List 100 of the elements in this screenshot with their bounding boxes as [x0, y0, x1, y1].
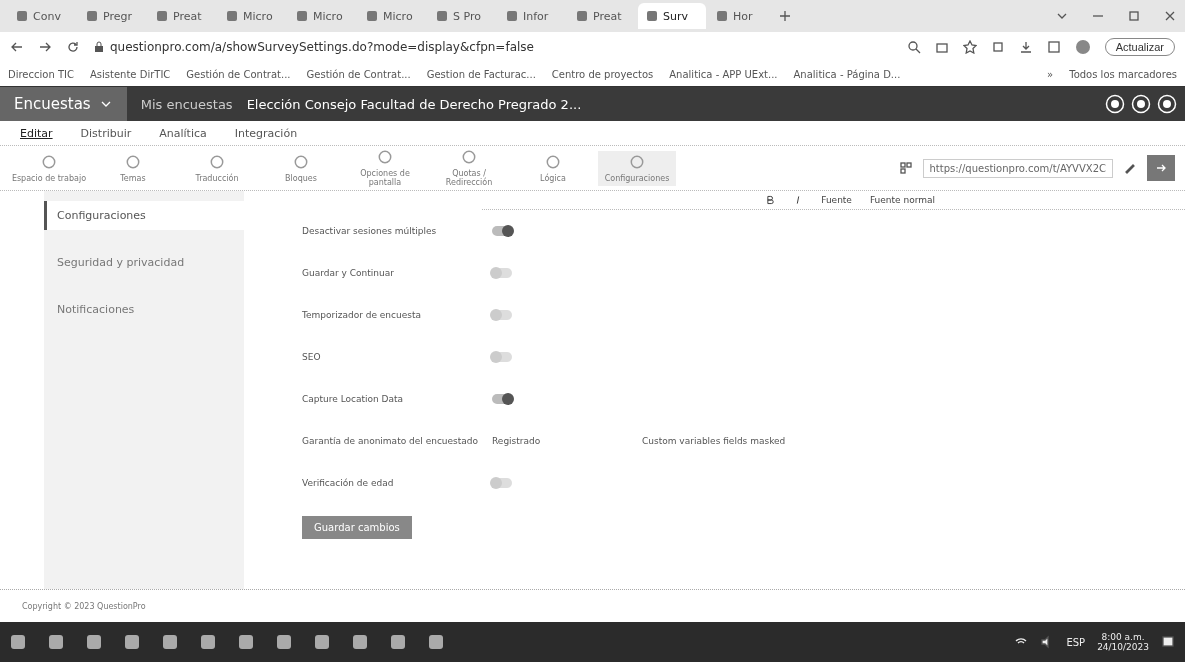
download-icon — [1018, 40, 1033, 54]
all-bookmarks[interactable]: Todos los marcadores — [1069, 68, 1177, 80]
toggle-switch[interactable] — [492, 478, 512, 488]
page-icon — [436, 10, 448, 22]
toolbar-button[interactable]: Configuraciones — [598, 150, 676, 186]
setting-label: Guardar y Continuar — [302, 268, 395, 278]
bookmark[interactable]: Gestión de Contrat... — [186, 68, 291, 80]
toolbar-button[interactable]: Traducción — [178, 150, 256, 186]
menu-tab[interactable]: Distribuir — [80, 126, 132, 140]
menu-tab[interactable]: Analítica — [159, 126, 207, 140]
toolbar-button[interactable]: Temas — [94, 150, 172, 186]
toggle-switch[interactable] — [492, 352, 512, 362]
page-icon — [716, 10, 728, 22]
bookmark[interactable]: Asistente DirTIC — [90, 68, 171, 80]
app-icon[interactable] — [428, 634, 444, 650]
style-select[interactable]: Fuente normal — [869, 195, 935, 205]
browser-tab[interactable]: Preat — [148, 3, 216, 29]
bookmark[interactable]: Centro de proyectos — [551, 68, 654, 80]
setting-label: SEO — [302, 352, 322, 362]
bookmark[interactable]: Direccion TIC — [8, 68, 74, 80]
user-icon[interactable] — [1157, 94, 1177, 114]
toolbar-button[interactable]: Quotas / Redirección — [430, 146, 508, 190]
browser-tab[interactable]: Micro — [288, 3, 356, 29]
product-name[interactable]: Encuestas — [14, 95, 91, 113]
setting-label: Verificación de edad — [302, 478, 395, 488]
toggle-switch[interactable] — [492, 310, 512, 320]
bookmark[interactable]: Gestion de Facturac... — [426, 68, 536, 80]
tool-icon — [461, 149, 477, 165]
search-icon[interactable] — [1105, 94, 1125, 114]
toggle-switch[interactable] — [492, 226, 512, 236]
bookmark[interactable]: Analitica - Página D... — [793, 68, 901, 80]
page-icon — [576, 10, 588, 22]
qr-code-icon — [898, 161, 913, 175]
menu-tab[interactable]: Editar — [20, 126, 53, 140]
sidebar-item[interactable]: Configuraciones — [44, 201, 244, 230]
browser-tab[interactable]: Hor — [708, 3, 776, 29]
setting-label: Capture Location Data — [302, 394, 405, 404]
tool-icon — [125, 153, 141, 170]
tool-icon — [629, 153, 645, 170]
menu-tab[interactable]: Integración — [234, 126, 298, 140]
product-menu[interactable]: Encuestas — [0, 87, 127, 121]
language-indicator[interactable]: ESP — [1066, 636, 1086, 648]
app-icon[interactable] — [352, 634, 368, 650]
copyright-text: Copyright © 2023 QuestionPro — [22, 601, 146, 611]
app-icon[interactable] — [238, 634, 254, 650]
toolbar-button[interactable]: Opciones de pantalla — [346, 146, 424, 190]
app-icon[interactable] — [162, 634, 178, 650]
setting-label: Desactivar sesiones múltiples — [302, 226, 438, 236]
toggle-switch[interactable] — [492, 268, 512, 278]
app-icon[interactable] — [124, 634, 140, 650]
update-button[interactable]: Actualizar — [1104, 38, 1175, 56]
toolbar-button[interactable]: Bloques — [262, 150, 340, 186]
star-icon — [962, 40, 977, 54]
avatar-icon[interactable] — [1074, 39, 1091, 55]
bookmark[interactable]: Analitica - APP UExt... — [669, 68, 778, 80]
browser-tab[interactable]: Micro — [218, 3, 286, 29]
survey-title: Elección Consejo Facultad de Derecho Pregrado 2... — [246, 96, 582, 112]
font-select[interactable]: Fuente — [821, 195, 852, 205]
notification-icon — [1161, 635, 1175, 649]
help-icon[interactable] — [1131, 94, 1151, 114]
toolbar-button[interactable]: Espacio de trabajo — [10, 150, 88, 186]
lock-icon — [94, 41, 104, 53]
page-icon — [646, 10, 658, 22]
sidebar-icon — [1046, 40, 1061, 54]
bookmark[interactable]: Gestión de Contrat... — [306, 68, 411, 80]
browser-tab[interactable]: Conv — [8, 3, 76, 29]
browser-tab[interactable]: Surv — [638, 3, 706, 29]
page-icon — [366, 10, 378, 22]
survey-link-field[interactable]: https://questionpro.com/t/AYVVX2C — [922, 158, 1113, 178]
sidebar-item[interactable]: Seguridad y privacidad — [44, 248, 244, 277]
toolbar-button[interactable]: Lógica — [514, 150, 592, 186]
sidebar-item[interactable]: Notificaciones — [44, 295, 244, 324]
page-icon — [156, 10, 168, 22]
page-icon — [226, 10, 238, 22]
browser-tab[interactable]: Micro — [358, 3, 426, 29]
tool-icon — [41, 153, 57, 170]
clock-time[interactable]: 8:00 a.m. — [1101, 632, 1145, 642]
open-link-button[interactable] — [1147, 155, 1175, 181]
page-icon — [16, 10, 28, 22]
app-icon[interactable] — [390, 634, 406, 650]
app-icon[interactable] — [200, 634, 216, 650]
url-text[interactable]: questionpro.com/a/showSurveySettings.do?mode=display&cfpn=false — [110, 40, 534, 54]
breadcrumb-link[interactable]: Mis encuestas — [126, 96, 247, 112]
browser-tab[interactable]: S Pro — [428, 3, 496, 29]
zoom-icon — [906, 40, 921, 54]
save-button[interactable]: Guardar cambios — [302, 516, 412, 539]
toggle-switch[interactable] — [492, 394, 512, 404]
app-icon[interactable] — [276, 634, 292, 650]
plus-icon — [778, 9, 792, 23]
clock-date[interactable]: 24/10/2023 — [1097, 642, 1149, 652]
tool-icon — [377, 149, 393, 165]
close-icon — [1163, 9, 1177, 23]
browser-tab[interactable]: Pregr — [78, 3, 146, 29]
browser-tab[interactable]: Infor — [498, 3, 566, 29]
browser-tab[interactable]: Preat — [568, 3, 636, 29]
setting-label: Temporizador de encuesta — [302, 310, 422, 320]
tool-icon — [293, 153, 309, 170]
more-bookmarks[interactable]: » — [1047, 68, 1054, 80]
maximize-icon — [1127, 9, 1141, 23]
app-icon[interactable] — [314, 634, 330, 650]
